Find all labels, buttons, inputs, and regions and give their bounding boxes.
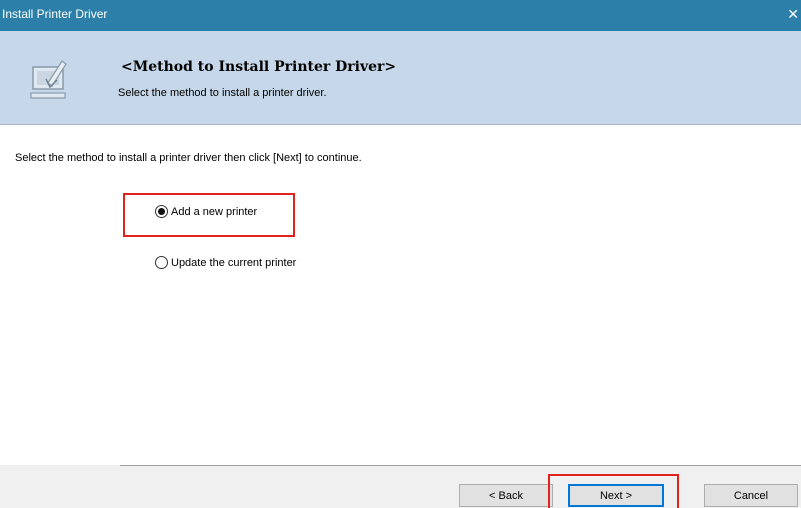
cancel-button[interactable]: Cancel: [704, 484, 798, 507]
header-divider: [0, 124, 801, 125]
footer-divider: [120, 465, 801, 466]
next-button[interactable]: Next >: [568, 484, 664, 507]
add-new-printer-radio[interactable]: [155, 205, 168, 218]
instruction-text: Select the method to install a printer d…: [15, 152, 362, 164]
update-printer-label: Update the current printer: [171, 256, 297, 269]
close-icon[interactable]: ✕: [787, 6, 799, 23]
add-new-printer-label: Add a new printer: [171, 205, 258, 218]
back-button[interactable]: < Back: [459, 484, 553, 507]
install-computer-icon: [30, 60, 67, 99]
header-subtitle: Select the method to install a printer d…: [118, 87, 327, 99]
button-bar: [0, 465, 801, 508]
add-new-printer-option[interactable]: Add a new printer: [155, 205, 257, 218]
update-printer-option[interactable]: Update the current printer: [155, 256, 296, 269]
wizard-header: <Method to Install Printer Driver> Selec…: [0, 31, 801, 124]
header-title: <Method to Install Printer Driver>: [121, 59, 397, 75]
title-bar: Install Printer Driver ✕: [0, 0, 801, 31]
window-title: Install Printer Driver: [2, 7, 108, 21]
update-printer-radio[interactable]: [155, 256, 168, 269]
